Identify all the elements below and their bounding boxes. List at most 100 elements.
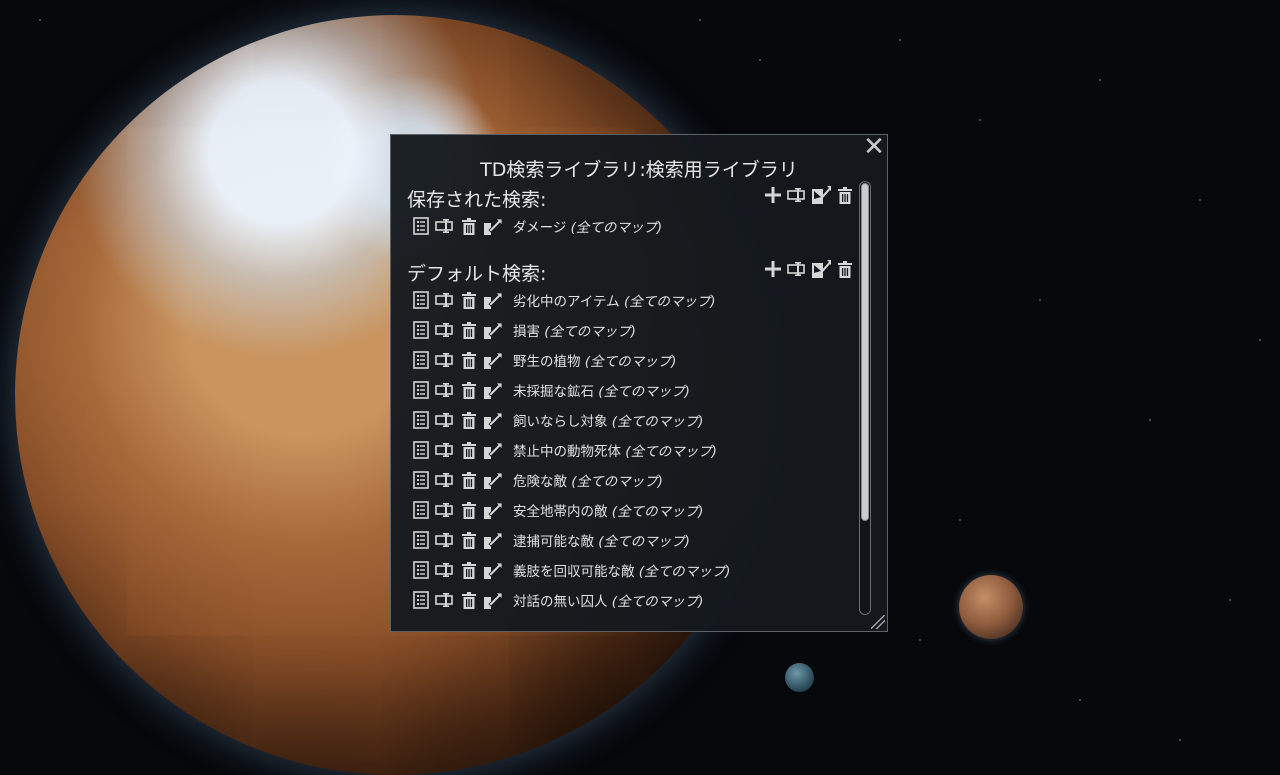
search-label[interactable]: 義肢を回収可能な敵 (全てのマップ) [513,560,730,580]
search-label[interactable]: 未採掘な鉱石 (全てのマップ) [513,380,690,400]
row-actions [411,410,503,430]
list-icon[interactable] [411,410,431,430]
row-actions [411,560,503,580]
search-label[interactable]: 野生の植物 (全てのマップ) [513,350,676,370]
export-icon[interactable] [483,470,503,490]
default-section-header: デフォルト検索: [407,255,855,285]
trash-icon[interactable] [459,216,479,236]
rename-icon[interactable] [435,380,455,400]
saved-section-tools [763,185,855,205]
rename-icon[interactable] [435,530,455,550]
scrollbar[interactable] [859,181,871,615]
trash-icon[interactable] [459,590,479,610]
moon-image [959,575,1023,639]
search-row[interactable]: 劣化中のアイテム (全てのマップ) [407,285,855,315]
export-icon[interactable] [483,530,503,550]
export-icon[interactable] [483,216,503,236]
search-label[interactable]: 危険な敵 (全てのマップ) [513,470,663,490]
list-icon[interactable] [411,500,431,520]
search-row[interactable]: 禁止中の動物死体 (全てのマップ) [407,435,855,465]
search-scope: (全てのマップ) [638,564,731,580]
list-icon[interactable] [411,440,431,460]
search-row[interactable]: 損害 (全てのマップ) [407,315,855,345]
rename-icon[interactable] [787,185,807,205]
trash-icon[interactable] [459,440,479,460]
rename-icon[interactable] [787,259,807,279]
search-label[interactable]: 安全地帯内の敵 (全てのマップ) [513,500,703,520]
rename-icon[interactable] [435,410,455,430]
search-row[interactable]: 逮捕可能な敵 (全てのマップ) [407,525,855,555]
trash-icon[interactable] [459,500,479,520]
small-moon-image [785,663,814,692]
trash-icon[interactable] [459,470,479,490]
search-scope: (全てのマップ) [598,384,690,400]
import-icon[interactable] [811,259,831,279]
search-label[interactable]: 飼いならし対象 (全てのマップ) [513,410,703,430]
trash-icon[interactable] [459,560,479,580]
search-label[interactable]: ダメージ (全てのマップ) [513,216,662,236]
row-actions [411,500,503,520]
search-scope: (全てのマップ) [611,504,704,520]
search-label[interactable]: 対話の無い囚人 (全てのマップ) [513,590,703,610]
export-icon[interactable] [483,560,503,580]
rename-icon[interactable] [435,290,455,310]
trash-icon[interactable] [835,185,855,205]
rename-icon[interactable] [435,500,455,520]
rename-icon[interactable] [435,440,455,460]
list-icon[interactable] [411,350,431,370]
search-name: 野生の植物 [513,354,581,370]
list-icon[interactable] [411,320,431,340]
trash-icon[interactable] [459,410,479,430]
rename-icon[interactable] [435,320,455,340]
search-label[interactable]: 禁止中の動物死体 (全てのマップ) [513,440,717,460]
trash-icon[interactable] [459,350,479,370]
search-row[interactable]: ダメージ (全てのマップ) [407,211,855,241]
search-label[interactable]: 逮捕可能な敵 (全てのマップ) [513,530,690,550]
search-row[interactable]: 飼いならし対象 (全てのマップ) [407,405,855,435]
search-scope: (全てのマップ) [611,414,704,430]
scrollbar-thumb[interactable] [861,183,869,521]
export-icon[interactable] [483,440,503,460]
rename-icon[interactable] [435,216,455,236]
plus-icon[interactable] [763,185,783,205]
trash-icon[interactable] [835,259,855,279]
list-icon[interactable] [411,216,431,236]
trash-icon[interactable] [459,320,479,340]
export-icon[interactable] [483,500,503,520]
search-row[interactable]: 義肢を回収可能な敵 (全てのマップ) [407,555,855,585]
search-row[interactable]: 危険な敵 (全てのマップ) [407,465,855,495]
search-name: 安全地帯内の敵 [513,504,608,520]
list-icon[interactable] [411,290,431,310]
export-icon[interactable] [483,290,503,310]
export-icon[interactable] [483,380,503,400]
export-icon[interactable] [483,350,503,370]
list-icon[interactable] [411,530,431,550]
trash-icon[interactable] [459,380,479,400]
search-name: 飼いならし対象 [513,414,608,430]
row-actions [411,216,503,236]
list-icon[interactable] [411,470,431,490]
search-row[interactable]: 対話の無い囚人 (全てのマップ) [407,585,855,615]
import-icon[interactable] [811,185,831,205]
search-scope: (全てのマップ) [544,324,636,340]
search-name: 危険な敵 [513,474,567,490]
search-row[interactable]: 未採掘な鉱石 (全てのマップ) [407,375,855,405]
search-label[interactable]: 劣化中のアイテム (全てのマップ) [513,290,716,310]
rename-icon[interactable] [435,350,455,370]
list-icon[interactable] [411,590,431,610]
trash-icon[interactable] [459,290,479,310]
trash-icon[interactable] [459,530,479,550]
export-icon[interactable] [483,320,503,340]
export-icon[interactable] [483,410,503,430]
search-row[interactable]: 安全地帯内の敵 (全てのマップ) [407,495,855,525]
resize-grip[interactable] [871,615,885,629]
list-icon[interactable] [411,560,431,580]
plus-icon[interactable] [763,259,783,279]
search-row[interactable]: 野生の植物 (全てのマップ) [407,345,855,375]
export-icon[interactable] [483,590,503,610]
search-label[interactable]: 損害 (全てのマップ) [513,320,636,340]
list-icon[interactable] [411,380,431,400]
rename-icon[interactable] [435,560,455,580]
rename-icon[interactable] [435,590,455,610]
rename-icon[interactable] [435,470,455,490]
